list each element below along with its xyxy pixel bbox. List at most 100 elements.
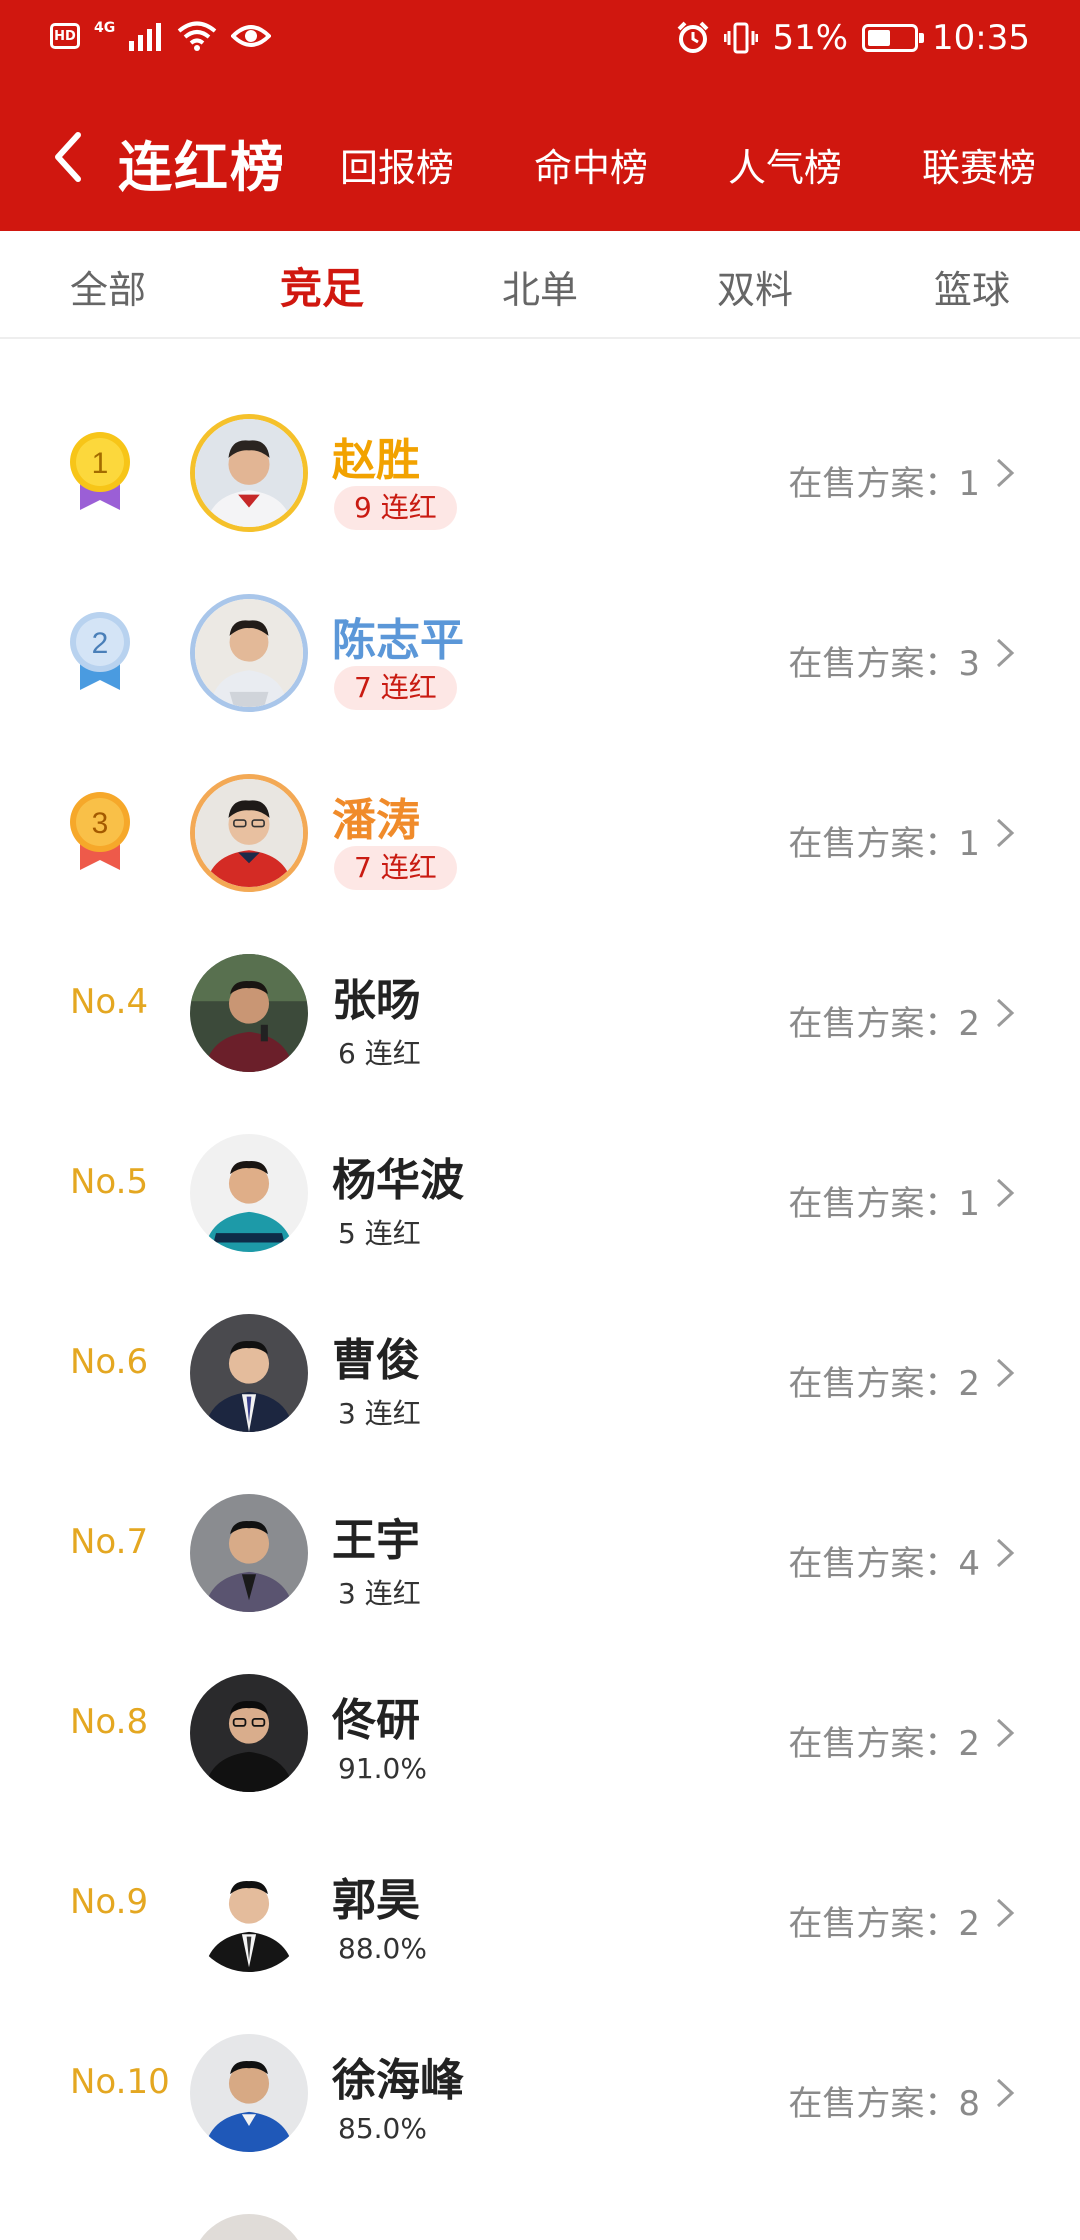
expert-name: 陈志平 bbox=[332, 615, 464, 666]
tab-popularity-ranking[interactable]: 人气榜 bbox=[728, 137, 842, 192]
chevron-right-icon bbox=[996, 1538, 1015, 1568]
battery-percent: 51% bbox=[772, 18, 849, 58]
vibrate-icon bbox=[724, 22, 759, 54]
plans-on-sale: 在售方案：2 bbox=[788, 1356, 980, 1405]
plans-label: 在售方案： bbox=[788, 824, 959, 864]
hd-icon: HD bbox=[50, 23, 80, 49]
plans-count: 2 bbox=[958, 1904, 980, 1944]
list-item[interactable]: No.9 郭昊 88.0% 在售方案：2 bbox=[0, 1820, 1080, 2000]
chevron-right-icon bbox=[996, 1178, 1015, 1208]
page-title: 连红榜 bbox=[118, 136, 286, 199]
plans-label: 在售方案： bbox=[788, 2084, 959, 2124]
expert-name: 王宇 bbox=[332, 1515, 420, 1566]
plans-label: 在售方案： bbox=[788, 1184, 959, 1224]
tab-return-ranking[interactable]: 回报榜 bbox=[340, 137, 454, 192]
list-item-partial[interactable] bbox=[0, 2180, 1080, 2240]
rank-number: 3 bbox=[92, 807, 109, 840]
expert-name: 郭昊 bbox=[332, 1875, 420, 1926]
plans-count: 2 bbox=[958, 1724, 980, 1764]
avatar[interactable] bbox=[190, 1854, 308, 1972]
avatar-photo bbox=[190, 1674, 308, 1792]
app-header: HD 4G 51% 10:35 连红榜 回报榜 命中榜 人气榜 联赛榜 bbox=[0, 0, 1080, 231]
chevron-right-icon bbox=[996, 1898, 1015, 1928]
avatar[interactable] bbox=[190, 2034, 308, 2152]
plans-on-sale: 在售方案：1 bbox=[788, 816, 980, 865]
hit-rate: 91.0% bbox=[338, 1752, 427, 1785]
plans-count: 4 bbox=[958, 1544, 980, 1584]
avatar-photo bbox=[195, 779, 303, 887]
avatar[interactable] bbox=[190, 594, 308, 712]
avatar-photo bbox=[190, 1134, 308, 1252]
list-item[interactable]: No.8 佟研 91.0% 在售方案：2 bbox=[0, 1640, 1080, 1820]
hit-rate: 85.0% bbox=[338, 2112, 427, 2145]
list-item[interactable]: No.6 曹俊 3 连红 在售方案：2 bbox=[0, 1280, 1080, 1460]
avatar[interactable] bbox=[190, 1494, 308, 1612]
avatar-photo bbox=[195, 419, 303, 527]
plans-label: 在售方案： bbox=[788, 1364, 959, 1404]
chevron-right-icon bbox=[996, 1358, 1015, 1388]
category-tab-all[interactable]: 全部 bbox=[70, 259, 146, 314]
avatar[interactable] bbox=[190, 414, 308, 532]
rank-number: 2 bbox=[92, 627, 109, 660]
rank-label: No.6 bbox=[70, 1342, 149, 1382]
avatar-photo bbox=[190, 1854, 308, 1972]
plans-on-sale: 在售方案：1 bbox=[788, 1176, 980, 1225]
avatar-photo bbox=[190, 2214, 308, 2240]
chevron-right-icon bbox=[996, 1718, 1015, 1748]
streak-text: 3 连红 bbox=[338, 1397, 421, 1430]
expert-name: 徐海峰 bbox=[332, 2055, 464, 2106]
back-arrow-icon[interactable] bbox=[48, 127, 88, 187]
tab-league-ranking[interactable]: 联赛榜 bbox=[922, 137, 1036, 192]
expert-name: 佟研 bbox=[332, 1695, 420, 1746]
avatar[interactable] bbox=[190, 1674, 308, 1792]
category-tab-shuangliao[interactable]: 双料 bbox=[717, 259, 793, 314]
expert-name: 张旸 bbox=[332, 975, 420, 1026]
list-item[interactable]: No.4 张旸 6 连红 在售方案：2 bbox=[0, 920, 1080, 1100]
tab-hit-ranking[interactable]: 命中榜 bbox=[534, 137, 648, 192]
clock: 10:35 bbox=[932, 18, 1030, 58]
category-tab-beidan[interactable]: 北单 bbox=[502, 259, 578, 314]
avatar[interactable] bbox=[190, 1134, 308, 1252]
plans-label: 在售方案： bbox=[788, 1724, 959, 1764]
plans-on-sale: 在售方案：2 bbox=[788, 1896, 980, 1945]
avatar[interactable] bbox=[190, 2214, 308, 2240]
avatar[interactable] bbox=[190, 774, 308, 892]
plans-on-sale: 在售方案：1 bbox=[788, 456, 980, 505]
streak-text: 5 连红 bbox=[338, 1217, 421, 1250]
list-item[interactable]: No.10 徐海峰 85.0% 在售方案：8 bbox=[0, 2000, 1080, 2180]
alarm-icon bbox=[678, 21, 709, 53]
plans-on-sale: 在售方案：2 bbox=[788, 996, 980, 1045]
plans-label: 在售方案： bbox=[788, 1904, 959, 1944]
eye-icon bbox=[231, 25, 272, 47]
hit-rate: 88.0% bbox=[338, 1932, 427, 1965]
avatar[interactable] bbox=[190, 954, 308, 1072]
list-item[interactable]: No.5 杨华波 5 连红 在售方案：1 bbox=[0, 1100, 1080, 1280]
plans-count: 1 bbox=[958, 1184, 980, 1224]
hd-label: HD bbox=[54, 28, 76, 44]
list-item[interactable]: No.7 王宇 3 连红 在售方案：4 bbox=[0, 1460, 1080, 1640]
expert-name: 潘涛 bbox=[332, 795, 420, 846]
chevron-right-icon bbox=[996, 2078, 1015, 2108]
rank-label: No.10 bbox=[70, 2062, 170, 2102]
status-right: 51% 10:35 bbox=[676, 18, 1030, 58]
rank-label: No.8 bbox=[70, 1702, 149, 1742]
category-tab-basketball[interactable]: 篮球 bbox=[934, 259, 1010, 314]
list-item[interactable]: 2 陈志平 7 连红 在售方案：3 bbox=[0, 560, 1080, 740]
streak-text: 3 连红 bbox=[338, 1577, 421, 1610]
silver-medal-icon: 2 bbox=[70, 612, 130, 690]
category-tabs: 全部 竞足 北单 双料 篮球 bbox=[0, 231, 1080, 339]
plans-count: 8 bbox=[958, 2084, 980, 2124]
list-item[interactable]: 1 赵胜 9 连红 在售方案：1 bbox=[0, 380, 1080, 560]
avatar-photo bbox=[190, 1314, 308, 1432]
rank-number: 1 bbox=[92, 447, 109, 480]
category-tab-jingzu[interactable]: 竞足 bbox=[280, 255, 364, 316]
chevron-right-icon bbox=[996, 818, 1015, 848]
expert-name: 赵胜 bbox=[332, 435, 420, 486]
status-left: HD 4G bbox=[50, 20, 272, 52]
chevron-right-icon bbox=[996, 638, 1015, 668]
plans-on-sale: 在售方案：8 bbox=[788, 2076, 980, 2125]
rank-label: No.5 bbox=[70, 1162, 149, 1202]
list-item[interactable]: 3 潘涛 7 连红 在售方案：1 bbox=[0, 740, 1080, 920]
avatar[interactable] bbox=[190, 1314, 308, 1432]
chevron-right-icon bbox=[996, 458, 1015, 488]
